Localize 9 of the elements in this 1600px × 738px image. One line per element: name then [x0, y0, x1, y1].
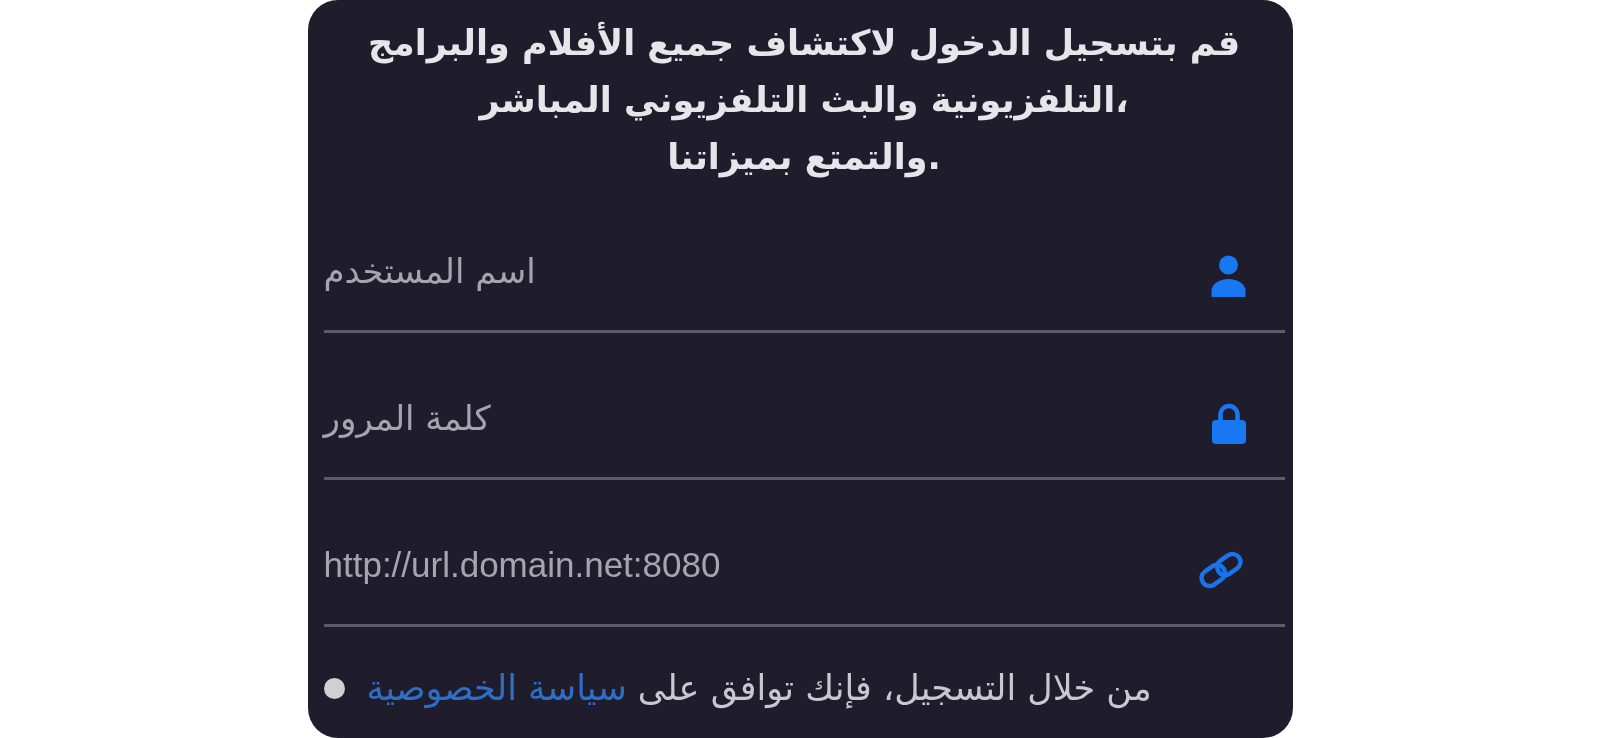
terms-text: من خلال التسجيل، فإنك توافق على سياسة الخصوصية [366, 667, 1152, 710]
person-icon [1209, 255, 1247, 297]
agree-radio[interactable] [323, 677, 345, 699]
server-url-field[interactable]: http://url.domain.net:8080 [315, 542, 1195, 588]
privacy-policy-link[interactable]: سياسة الخصوصية [366, 668, 627, 708]
lock-icon [1210, 402, 1247, 444]
intro-text: قم بتسجيل الدخول لاكتشاف جميع الأفلام والبرامج التلفزيونية والبث التلفزيوني المباشر، والتمتع بميزاتنا. [366, 20, 1242, 180]
username-field[interactable]: اسم المستخدم [315, 248, 1210, 294]
password-field[interactable]: كلمة المرور [315, 395, 1211, 441]
